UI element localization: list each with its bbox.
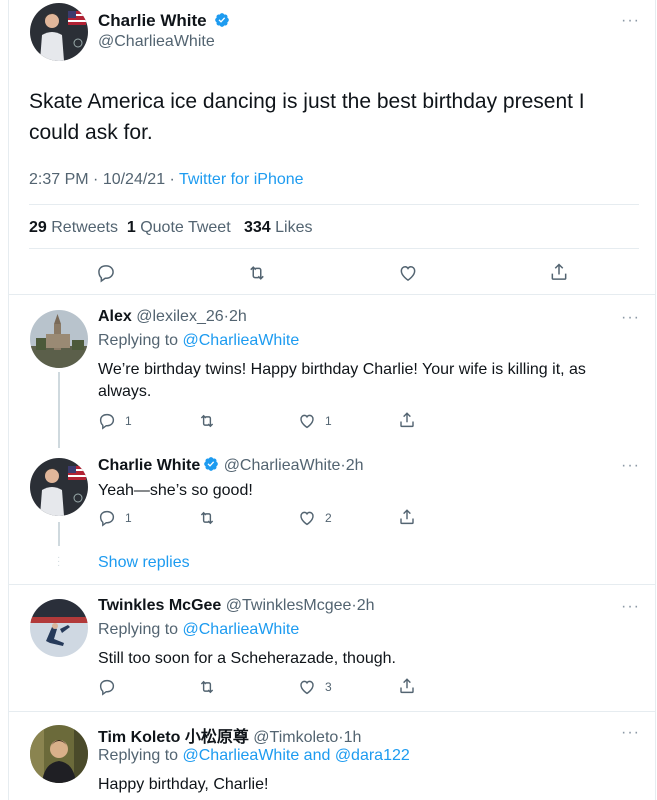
left-border	[8, 0, 9, 800]
share-icon	[400, 678, 414, 694]
reply-text: Yeah—she’s so good!	[98, 482, 253, 499]
reply-icon	[99, 413, 115, 430]
more-icon[interactable]: ···	[621, 725, 640, 741]
like-count: 2	[325, 511, 332, 525]
more-icon[interactable]: ···	[621, 13, 640, 29]
retweet-button[interactable]	[198, 412, 216, 430]
avatar[interactable]	[30, 310, 88, 368]
reply-author-name[interactable]: Twinkles McGee	[98, 597, 221, 614]
like-icon	[300, 511, 314, 526]
thread-line	[58, 372, 60, 448]
reply-header: Tim Koleto 小松原尊 @Timkoleto·1h	[98, 729, 362, 746]
reply-author-name[interactable]: Alex	[98, 308, 132, 325]
reply-button[interactable]	[98, 678, 116, 696]
reply-author-handle[interactable]: @Timkoleto	[253, 729, 338, 746]
quote-tweets-stat[interactable]: 1 Quote Tweet	[127, 219, 231, 236]
divider	[8, 294, 656, 295]
thread-dots: · · ·	[57, 552, 61, 571]
reply-author-handle[interactable]: @lexilex_26	[136, 308, 223, 325]
share-button[interactable]	[398, 508, 416, 526]
retweets-stat[interactable]: 29 Retweets	[29, 219, 118, 236]
tweet-thread-page: Charlie White @CharlieaWhite ··· Skate A…	[0, 0, 657, 800]
retweet-icon	[200, 414, 214, 428]
reply-icon	[99, 679, 115, 696]
like-icon	[400, 265, 416, 281]
avatar[interactable]	[30, 725, 88, 783]
like-button[interactable]	[398, 263, 418, 283]
like-button[interactable]: 1	[298, 412, 332, 430]
retweet-button[interactable]	[198, 678, 216, 696]
reply-text: Happy birthday, Charlie!	[98, 776, 269, 793]
share-button[interactable]	[398, 411, 416, 429]
reply-button[interactable]	[96, 263, 116, 283]
divider	[8, 711, 656, 712]
like-icon	[300, 680, 314, 695]
share-icon	[400, 412, 414, 428]
retweet-icon	[200, 511, 214, 525]
share-button[interactable]	[398, 677, 416, 695]
avatar[interactable]	[30, 599, 88, 657]
reply-header: Alex @lexilex_26·2h	[98, 308, 247, 325]
replying-to-link[interactable]: @CharlieaWhite	[183, 332, 300, 349]
reply-button[interactable]: 1	[98, 509, 132, 527]
replying-to-link[interactable]: @CharlieaWhite	[183, 621, 300, 638]
retweet-button[interactable]	[247, 263, 267, 283]
more-icon[interactable]: ···	[621, 458, 640, 474]
share-icon	[551, 263, 567, 280]
reply-age[interactable]: 1h	[344, 729, 362, 746]
author-name-row[interactable]: Charlie White	[98, 11, 230, 31]
thread-line	[58, 522, 60, 546]
retweet-icon	[250, 266, 264, 280]
replying-to: Replying to @CharlieaWhite	[98, 621, 300, 638]
reply-author-name[interactable]: Tim Koleto 小松原尊	[98, 729, 249, 746]
reply-author-handle[interactable]: @CharlieaWhite	[224, 457, 341, 474]
divider	[29, 204, 639, 205]
avatar[interactable]	[30, 3, 88, 61]
divider	[8, 584, 656, 585]
reply-icon	[99, 510, 115, 527]
reply-count: 1	[125, 414, 132, 428]
reply-icon	[98, 265, 114, 283]
tweet-date[interactable]: 10/24/21	[103, 171, 165, 188]
divider	[29, 248, 639, 249]
reply-author-handle[interactable]: @TwinklesMcgee	[226, 597, 352, 614]
verified-badge-icon	[215, 13, 229, 27]
reply-header: Twinkles McGee @TwinklesMcgee·2h	[98, 597, 375, 614]
like-button[interactable]: 3	[298, 678, 332, 696]
reply-age[interactable]: 2h	[229, 308, 247, 325]
reply-button[interactable]: 1	[98, 412, 132, 430]
reply-header: Charlie White @CharlieaWhite·2h	[98, 457, 364, 474]
retweet-button[interactable]	[198, 509, 216, 527]
verified-badge-icon	[204, 457, 219, 471]
likes-stat[interactable]: 334 Likes	[244, 219, 313, 236]
like-count: 3	[325, 680, 332, 694]
share-icon	[400, 509, 414, 525]
tweet-time[interactable]: 2:37 PM	[29, 171, 89, 188]
retweet-icon	[200, 680, 214, 694]
reply-text: We’re birthday twins! Happy birthday Cha…	[98, 361, 586, 400]
show-replies-link[interactable]: Show replies	[98, 554, 190, 572]
avatar[interactable]	[30, 458, 88, 516]
tweet-meta: 2:37 PM · 10/24/21 · Twitter for iPhone	[29, 171, 304, 188]
more-icon[interactable]: ···	[621, 599, 640, 615]
right-border	[655, 0, 656, 800]
share-button[interactable]	[549, 262, 569, 282]
tweet-stats: 29 Retweets 1 Quote Tweet 334 Likes	[29, 219, 313, 237]
replying-to: Replying to @CharlieaWhite	[98, 332, 300, 349]
reply-count: 1	[125, 511, 132, 525]
like-icon	[300, 414, 314, 429]
like-button[interactable]: 2	[298, 509, 332, 527]
tweet-source[interactable]: Twitter for iPhone	[179, 171, 304, 188]
like-count: 1	[325, 414, 332, 428]
author-handle[interactable]: @CharlieaWhite	[98, 33, 215, 51]
author-name[interactable]: Charlie White	[98, 11, 207, 30]
reply-author-name[interactable]: Charlie White	[98, 457, 200, 474]
replying-to-link[interactable]: @CharlieaWhite and @dara122	[183, 747, 410, 764]
tweet-text: Skate America ice dancing is just the be…	[29, 90, 585, 144]
reply-text: Still too soon for a Scheherazade, thoug…	[98, 650, 396, 667]
reply-age[interactable]: 2h	[357, 597, 375, 614]
more-icon[interactable]: ···	[621, 310, 640, 326]
replying-to: Replying to @CharlieaWhite and @dara122	[98, 747, 410, 764]
reply-age[interactable]: 2h	[346, 457, 364, 474]
